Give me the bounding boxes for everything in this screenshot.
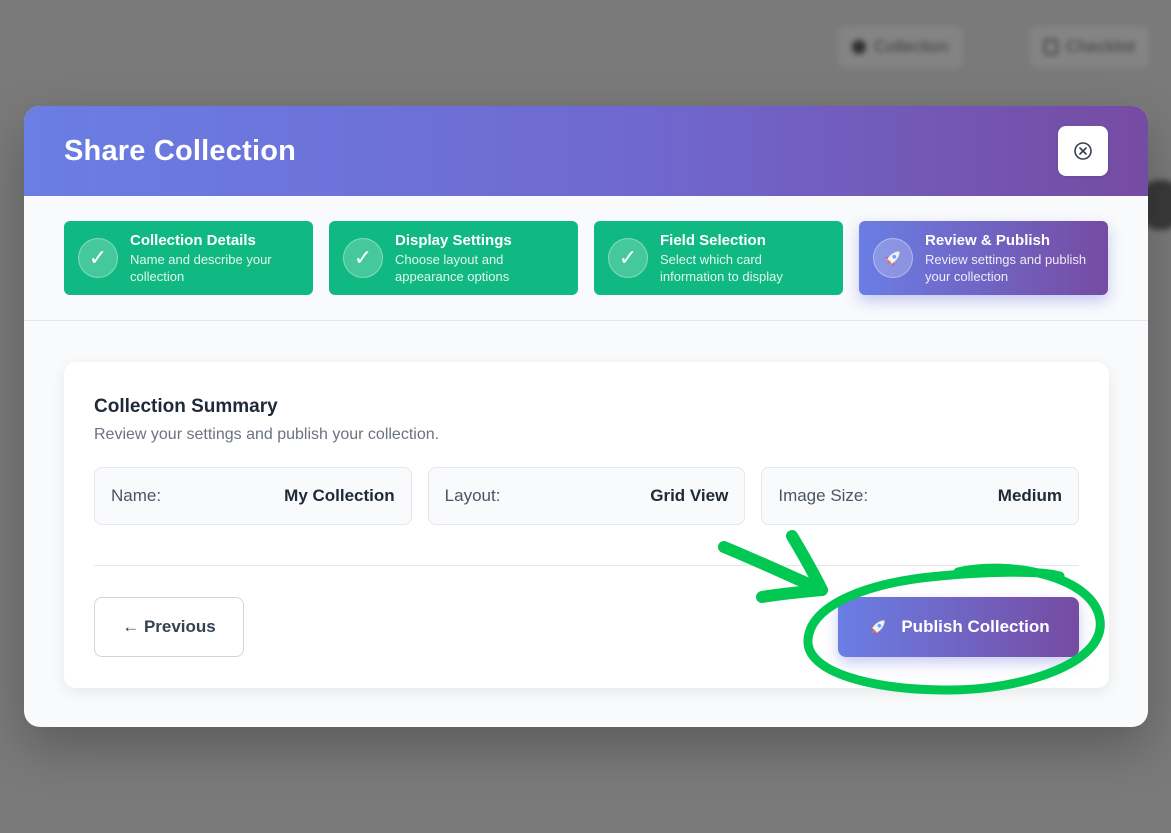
modal-header: Share Collection [24, 106, 1148, 196]
bg-tab-collection: Collection [838, 26, 963, 68]
summary-info-row: Name: My Collection Layout: Grid View Im… [94, 467, 1080, 525]
modal-title: Share Collection [64, 134, 297, 167]
close-button[interactable] [1058, 126, 1108, 176]
step-description: Select which card information to display [660, 251, 783, 284]
previous-button[interactable]: ← Previous [94, 597, 244, 657]
bg-tab-label: Collection [874, 37, 949, 56]
summary-title: Collection Summary [94, 396, 278, 417]
previous-button-label: ← Previous [122, 617, 216, 636]
checklist-icon [1044, 39, 1058, 55]
step-field-selection[interactable]: ✓ Field Selection Select which card info… [594, 221, 843, 295]
summary-item-image-size: Image Size: Medium [761, 467, 1080, 525]
summary-item-value: My Collection [284, 486, 395, 505]
checkmark-icon: ✓ [608, 238, 648, 278]
summary-item-label: Layout: [444, 486, 501, 505]
close-circle-icon [1074, 142, 1092, 160]
collection-summary-card: Collection Summary Review your settings … [64, 362, 1109, 688]
modal-actions: ← Previous Publish Collection [94, 597, 1079, 657]
rocket-icon [873, 238, 913, 278]
step-description: Review settings and publish your collect… [925, 251, 1087, 284]
step-collection-details[interactable]: ✓ Collection Details Name and describe y… [64, 221, 313, 295]
bg-tab-label: Checklist [1066, 37, 1135, 56]
summary-item-label: Image Size: [778, 486, 869, 505]
step-description: Choose layout and appearance options [395, 251, 510, 284]
checkmark-icon: ✓ [78, 238, 118, 278]
summary-item-value: Grid View [650, 486, 729, 505]
step-title: Collection Details [130, 231, 256, 249]
bg-tab-checklist: Checklist [1030, 26, 1149, 68]
step-review-publish[interactable]: Review & Publish Review settings and pub… [859, 221, 1108, 295]
summary-item-layout: Layout: Grid View [427, 467, 746, 525]
step-title: Display Settings [395, 231, 512, 249]
divider [94, 565, 1079, 566]
summary-subtitle: Review your settings and publish your co… [94, 426, 440, 443]
summary-item-label: Name: [111, 486, 162, 505]
stepper: ✓ Collection Details Name and describe y… [24, 196, 1148, 321]
summary-item-name: Name: My Collection [94, 467, 412, 525]
checkmark-icon: ✓ [343, 238, 383, 278]
publish-collection-button[interactable]: Publish Collection [838, 597, 1079, 657]
step-title: Review & Publish [925, 231, 1051, 249]
summary-item-value: Medium [997, 486, 1063, 505]
circle-icon [852, 40, 866, 54]
step-display-settings[interactable]: ✓ Display Settings Choose layout and app… [329, 221, 578, 295]
rocket-icon [869, 620, 886, 636]
publish-button-label: Publish Collection [901, 617, 1050, 636]
share-collection-modal: Share Collection ✓ Collection Details Na… [24, 106, 1148, 727]
step-description: Name and describe your collection [130, 251, 272, 284]
step-title: Field Selection [660, 231, 766, 249]
